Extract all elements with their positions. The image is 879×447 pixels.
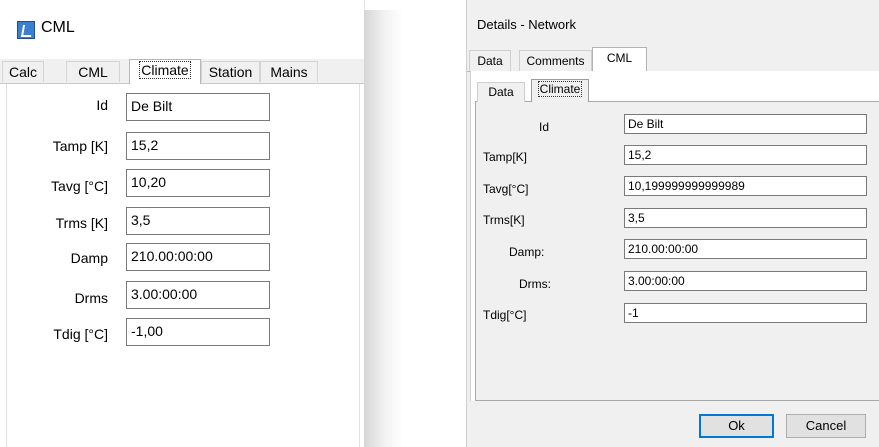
trms-input[interactable]: 3,5: [126, 207, 270, 235]
field-label: Drms:: [519, 277, 551, 291]
tamp-input[interactable]: 15,2: [624, 145, 867, 165]
tab-cml[interactable]: CML: [66, 61, 120, 82]
tab-bar: Data Comments CML: [467, 47, 879, 72]
field-label: Tamp [K]: [52, 138, 108, 154]
field-label: Tdig[°C]: [483, 308, 527, 322]
cancel-button[interactable]: Cancel: [786, 414, 866, 438]
field-label: Drms: [74, 290, 108, 306]
window-shadow: [364, 10, 404, 447]
field-label: Id: [96, 97, 108, 113]
tdig-input[interactable]: -1: [624, 303, 867, 323]
tab-climate[interactable]: Climate: [129, 59, 201, 84]
tdig-input[interactable]: -1,00: [126, 318, 270, 346]
tab-station[interactable]: Station: [201, 61, 260, 82]
app-icon: [17, 21, 35, 39]
field-label: Damp:: [509, 245, 545, 259]
details-network-dialog: Details - Network Data Comments CML Data…: [466, 0, 879, 447]
field-label: Tavg [°C]: [51, 178, 108, 194]
drms-input[interactable]: 3.00:00:00: [126, 281, 270, 309]
field-label: Tamp[K]: [483, 150, 528, 164]
damp-input[interactable]: 210.00:00:00: [624, 239, 867, 259]
tavg-input[interactable]: 10,199999999999989: [624, 176, 867, 196]
tab-comments[interactable]: Comments: [519, 50, 592, 71]
cml-window: CML Calc CML Climate Station Mains Id De…: [0, 0, 365, 447]
trms-input[interactable]: 3,5: [624, 208, 867, 228]
field-label: Id: [539, 120, 550, 134]
field-label: Trms[K]: [483, 213, 525, 227]
subtab-climate[interactable]: Climate: [531, 79, 589, 102]
subtab-data[interactable]: Data: [477, 82, 525, 102]
tab-mains[interactable]: Mains: [260, 61, 318, 82]
drms-input[interactable]: 3.00:00:00: [624, 271, 867, 291]
dialog-title: Details - Network: [477, 17, 576, 32]
damp-input[interactable]: 210.00:00:00: [126, 243, 270, 271]
tab-bar: Calc CML Climate Station Mains: [0, 59, 364, 84]
field-label: Trms [K]: [55, 215, 108, 231]
tab-data[interactable]: Data: [469, 50, 511, 71]
window-header: CML: [0, 0, 364, 58]
tab-calc[interactable]: Calc: [2, 61, 44, 82]
window-title: CML: [41, 19, 75, 36]
ok-button[interactable]: Ok: [699, 414, 774, 438]
tab-cml[interactable]: CML: [592, 47, 647, 72]
id-input[interactable]: De Bilt: [126, 93, 270, 121]
tamp-input[interactable]: 15,2: [126, 132, 270, 160]
subtab-bar: Data Climate: [475, 79, 879, 102]
field-label: Tavg[°C]: [483, 182, 529, 196]
field-label: Tdig [°C]: [53, 326, 108, 342]
field-label: Damp: [70, 250, 108, 266]
tavg-input[interactable]: 10,20: [126, 169, 270, 197]
id-input[interactable]: De Bilt: [624, 114, 867, 134]
